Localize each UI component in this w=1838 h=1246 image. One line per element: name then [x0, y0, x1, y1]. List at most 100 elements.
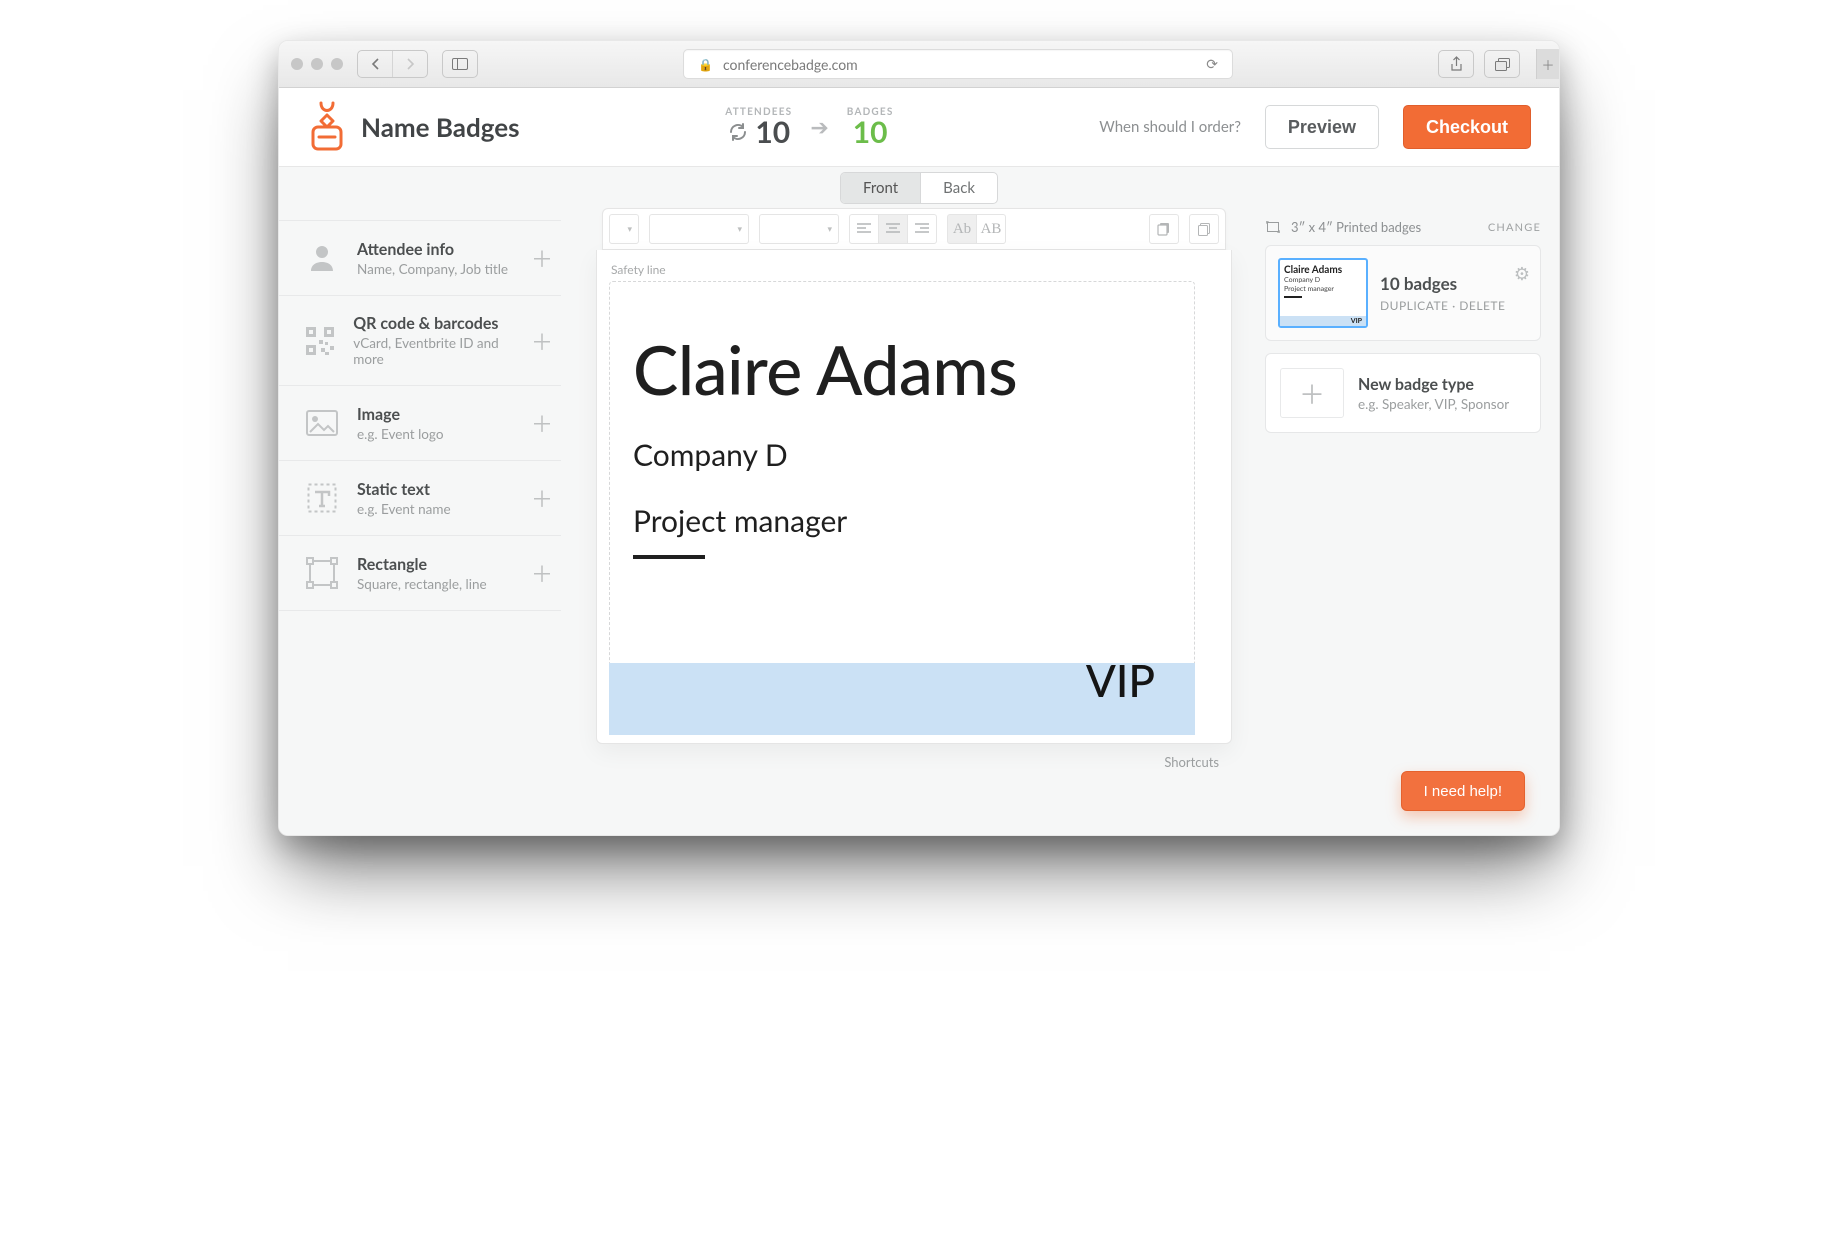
copy-button[interactable] [1149, 214, 1179, 244]
tabs-icon [1495, 58, 1510, 71]
zoom-window-dot[interactable] [331, 58, 343, 70]
font-size-picker[interactable]: ▾ [759, 214, 839, 244]
tool-static-text[interactable]: Static text e.g. Event name ＋ [279, 460, 561, 536]
uppercase-button[interactable]: AB [976, 214, 1006, 244]
share-button[interactable] [1438, 50, 1474, 78]
tabs-button[interactable] [1484, 50, 1520, 78]
tool-title: Attendee info [357, 240, 508, 259]
tool-sub: e.g. Event name [357, 501, 451, 517]
thumb-role: Project manager [1284, 285, 1362, 294]
sidebar-toggle-button[interactable] [442, 50, 478, 78]
align-center-button[interactable] [878, 214, 907, 244]
align-right-icon [915, 223, 929, 235]
tool-qr[interactable]: QR code & barcodes vCard, Eventbrite ID … [279, 295, 561, 386]
new-tab-button[interactable]: ＋ [1536, 49, 1559, 79]
badge-card-title: 10 badges [1380, 273, 1505, 294]
chevron-left-icon [370, 57, 381, 71]
badge-field-name[interactable]: Claire Adams [633, 329, 1017, 410]
browser-chrome: 🔒 conferencebadge.com ⟳ ＋ [279, 41, 1559, 88]
sidebar-icon [452, 58, 468, 70]
url-text: conferencebadge.com [723, 56, 858, 73]
lock-icon: 🔒 [698, 57, 713, 72]
tool-title: Rectangle [357, 555, 487, 574]
tool-image[interactable]: Image e.g. Event logo ＋ [279, 385, 561, 461]
align-right-button[interactable] [907, 214, 937, 244]
align-left-button[interactable] [849, 214, 878, 244]
duplicate-button[interactable] [1189, 214, 1219, 244]
back-button[interactable] [358, 51, 392, 77]
plus-icon: ＋ [531, 242, 553, 274]
delete-badge-link[interactable]: DELETE [1459, 298, 1505, 313]
badge-thumb: Claire Adams Company D Project manager V… [1278, 258, 1368, 328]
front-back-segment: Front Back [840, 172, 998, 204]
badge-logo-icon [307, 101, 347, 153]
color-picker[interactable]: ▾ [609, 214, 639, 244]
copy-icon [1157, 222, 1171, 236]
tab-back[interactable]: Back [920, 173, 997, 203]
badge-footer-text[interactable]: VIP [1086, 655, 1155, 707]
editor-area: ▾ ▾ ▾ Ab AB [579, 209, 1249, 835]
align-center-icon [886, 223, 900, 235]
plus-icon: ＋ [531, 482, 553, 514]
attendees-count: ATTENDEES 10 [725, 107, 792, 147]
canvas-stage: Safety line Claire Adams Company D Proje… [596, 250, 1232, 744]
order-help-link[interactable]: When should I order? [1099, 118, 1241, 136]
capitalize-button[interactable]: Ab [947, 214, 976, 244]
forward-button[interactable] [392, 51, 427, 77]
text-icon [303, 479, 341, 517]
app-logo-title: Name Badges [307, 101, 520, 153]
element-palette: Attendee info Name, Company, Job title ＋… [279, 209, 579, 835]
copy-outline-icon [1197, 222, 1211, 236]
safety-line-label: Safety line [611, 262, 1219, 277]
thumb-line [1284, 296, 1302, 298]
badge-types-panel: 3″ x 4″ Printed badges CHANGE Claire Ada… [1249, 209, 1559, 835]
count-block: ATTENDEES 10 ➔ BADGES 10 [725, 107, 893, 147]
badge-card-actions: DUPLICATE · DELETE [1380, 298, 1505, 313]
badge-size-bar: 3″ x 4″ Printed badges CHANGE [1265, 219, 1541, 235]
tool-title: Image [357, 405, 443, 424]
page-title: Name Badges [361, 111, 520, 143]
plus-icon: ＋ [531, 557, 553, 589]
minimize-window-dot[interactable] [311, 58, 323, 70]
app-window: 🔒 conferencebadge.com ⟳ ＋ Name Badges [278, 40, 1560, 836]
preview-button[interactable]: Preview [1265, 105, 1379, 149]
new-type-sub: e.g. Speaker, VIP, Sponsor [1358, 396, 1509, 412]
close-window-dot[interactable] [291, 58, 303, 70]
tool-rectangle[interactable]: Rectangle Square, rectangle, line ＋ [279, 535, 561, 611]
address-bar[interactable]: 🔒 conferencebadge.com ⟳ [683, 49, 1233, 79]
badge-size-text: 3″ x 4″ Printed badges [1291, 219, 1421, 235]
tool-sub: vCard, Eventbrite ID and more [353, 335, 515, 367]
badge-divider-line[interactable] [633, 555, 705, 559]
tool-attendee-info[interactable]: Attendee info Name, Company, Job title ＋ [279, 220, 561, 296]
side-tab-bar: Front Back [279, 167, 1559, 209]
align-group [849, 214, 937, 244]
duplicate-badge-link[interactable]: DUPLICATE [1380, 298, 1449, 313]
thumb-vip: VIP [1351, 317, 1362, 325]
help-button[interactable]: I need help! [1401, 771, 1525, 811]
traffic-lights [291, 58, 343, 70]
badge-field-company[interactable]: Company D [633, 437, 788, 473]
shortcuts-link[interactable]: Shortcuts [1164, 754, 1219, 770]
refresh-icon[interactable] [727, 121, 749, 143]
badge-canvas[interactable]: Claire Adams Company D Project manager V… [609, 281, 1195, 735]
arrow-right-icon: ➔ [810, 113, 828, 141]
new-badge-type-card[interactable]: ＋ New badge type e.g. Speaker, VIP, Spon… [1265, 353, 1541, 433]
qr-icon [303, 322, 337, 360]
badges-count: BADGES 10 [847, 107, 894, 147]
tool-sub: Name, Company, Job title [357, 261, 508, 277]
tool-sub: e.g. Event logo [357, 426, 443, 442]
tool-title: Static text [357, 480, 451, 499]
checkout-button[interactable]: Checkout [1403, 105, 1531, 149]
gear-icon[interactable]: ⚙ [1514, 262, 1530, 285]
nav-back-forward [357, 50, 428, 78]
reload-icon[interactable]: ⟳ [1206, 55, 1218, 73]
tab-front[interactable]: Front [841, 173, 920, 203]
badge-field-title[interactable]: Project manager [633, 503, 847, 539]
tool-sub: Square, rectangle, line [357, 576, 487, 592]
font-family-picker[interactable]: ▾ [649, 214, 749, 244]
person-icon [303, 239, 341, 277]
thumb-name: Claire Adams [1284, 264, 1362, 276]
share-icon [1450, 56, 1463, 72]
change-size-link[interactable]: CHANGE [1488, 221, 1541, 234]
badge-type-card[interactable]: Claire Adams Company D Project manager V… [1265, 245, 1541, 341]
